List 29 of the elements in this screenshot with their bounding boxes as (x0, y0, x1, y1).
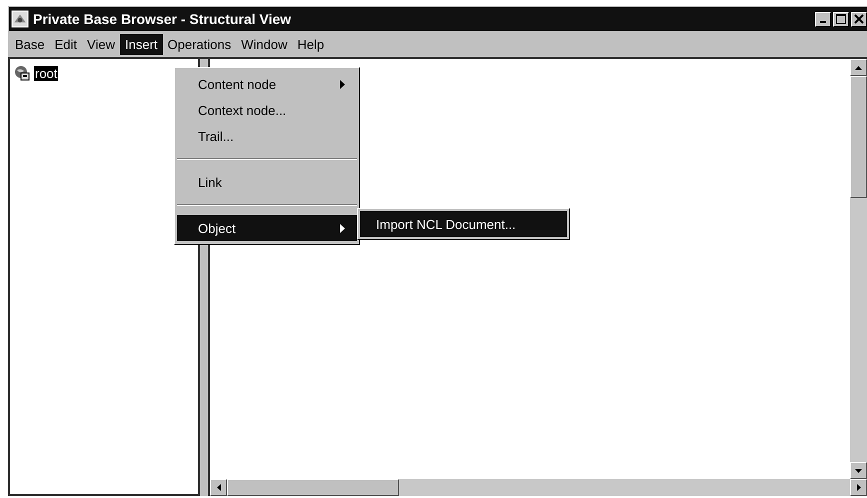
minimize-icon (820, 21, 826, 23)
left-arrow-icon (216, 484, 220, 491)
globe-icon (14, 65, 30, 81)
tree-node[interactable]: root (34, 66, 58, 80)
horizontal-scrollbar[interactable] (210, 479, 867, 496)
maximize-button[interactable] (833, 12, 849, 26)
menu-item[interactable]: Base (10, 34, 50, 55)
menu-item[interactable]: Operations (162, 34, 236, 55)
menu-option[interactable]: Trail... (177, 123, 357, 149)
minimize-button[interactable] (815, 12, 831, 26)
menu-option[interactable]: Context node... (177, 97, 357, 123)
app-icon (11, 10, 29, 28)
menu-item[interactable]: View (82, 34, 120, 55)
close-button[interactable] (851, 12, 867, 26)
menu-item[interactable]: Insert (120, 34, 163, 55)
vertical-scrollbar[interactable] (850, 59, 867, 479)
window-title: Private Base Browser - Structural View (33, 11, 292, 27)
close-icon (854, 14, 864, 24)
menu-item[interactable]: Window (236, 34, 292, 55)
menu-option[interactable]: Import NCL Document... (360, 211, 567, 237)
menu-option[interactable]: Link (177, 169, 357, 195)
up-arrow-icon (855, 66, 862, 70)
menu-item[interactable]: Edit (50, 34, 82, 55)
menu-option[interactable]: Object (177, 215, 357, 241)
maximize-icon (836, 14, 846, 24)
menu-item[interactable]: Help (292, 34, 330, 55)
down-arrow-icon (855, 468, 862, 472)
menu-option[interactable]: Content node (177, 71, 357, 97)
right-arrow-icon (856, 484, 860, 491)
